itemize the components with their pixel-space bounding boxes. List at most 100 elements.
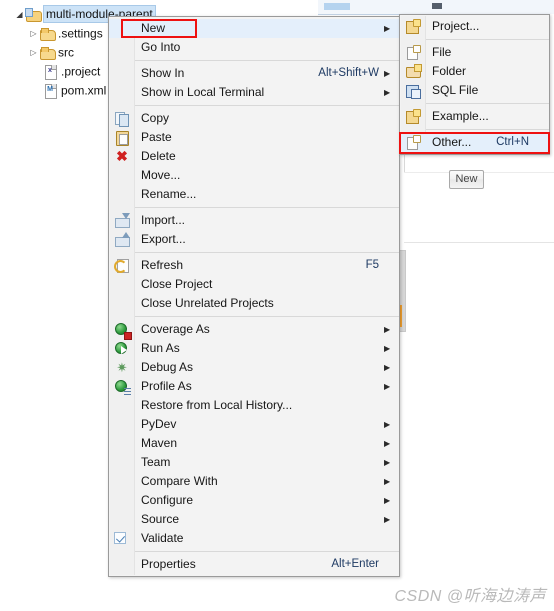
new-example-icon <box>405 109 421 124</box>
chevron-right-icon: ▶ <box>384 515 391 524</box>
menu-item-accelerator: Alt+Enter <box>331 558 379 570</box>
submenu-item-project[interactable]: Project... <box>400 17 549 36</box>
menu-item-label: Source <box>141 512 180 526</box>
menu-item-show-in-local-terminal[interactable]: Show in Local Terminal ▶ <box>109 83 399 102</box>
menu-item-label: PyDev <box>141 417 177 431</box>
menu-item-go-into[interactable]: Go Into <box>109 38 399 57</box>
submenu-item-example[interactable]: Example... <box>400 107 549 126</box>
chevron-right-icon: ▶ <box>384 477 391 486</box>
new-project-icon <box>405 19 421 34</box>
menu-item-label: Export... <box>141 232 186 246</box>
submenu-item-label: File <box>432 45 452 59</box>
tree-item-project-file[interactable]: x .project <box>42 62 100 81</box>
menu-item-label: Go Into <box>141 40 181 54</box>
submenu-item-label: Folder <box>432 64 467 78</box>
chevron-right-icon: ▶ <box>384 24 391 33</box>
coverage-icon <box>115 323 132 340</box>
menu-item-move[interactable]: Move... <box>109 166 399 185</box>
menu-item-new[interactable]: New ▶ <box>109 19 399 38</box>
menu-item-pydev[interactable]: PyDev ▶ <box>109 415 399 434</box>
csdn-watermark: CSDN @听海边涛声 <box>394 588 546 605</box>
sql-file-icon <box>405 83 421 99</box>
debug-icon: ✷ <box>116 360 128 375</box>
menu-item-label: Copy <box>141 111 170 125</box>
chevron-right-icon: ▶ <box>384 382 391 391</box>
tree-item-settings[interactable]: ▷ .settings <box>28 24 103 43</box>
chevron-right-icon: ▶ <box>384 88 391 97</box>
menu-item-rename[interactable]: Rename... <box>109 185 399 204</box>
submenu-item-sql-file[interactable]: SQL File <box>400 81 549 100</box>
menu-item-label: Close Unrelated Projects <box>141 296 274 310</box>
folder-icon <box>39 45 56 61</box>
menu-item-label: Profile As <box>141 379 192 393</box>
menu-item-label: Move... <box>141 168 181 182</box>
menu-separator <box>135 551 399 552</box>
pom-file-glyph: M <box>47 86 53 94</box>
tree-item-pom-xml[interactable]: Mpom.xml <box>42 81 106 100</box>
submenu-item-label: Other... <box>432 135 472 149</box>
menu-item-label: Compare With <box>141 474 218 488</box>
menu-item-maven[interactable]: Maven ▶ <box>109 434 399 453</box>
project-icon <box>25 7 42 23</box>
menu-item-label: New <box>141 21 166 35</box>
menu-item-close-project[interactable]: Close Project <box>109 275 399 294</box>
menu-item-close-unrelated-projects[interactable]: Close Unrelated Projects <box>109 294 399 313</box>
menu-separator <box>135 105 399 106</box>
tree-item-label: .project <box>61 64 101 79</box>
project-context-menu[interactable]: New ▶ Go Into Show In Alt+Shift+W ▶ Show… <box>108 16 400 577</box>
menu-item-label: Configure <box>141 493 194 507</box>
menu-separator <box>135 207 399 208</box>
tree-expander-icon[interactable]: ▷ <box>28 43 39 62</box>
tree-expander-icon[interactable]: ▷ <box>28 24 39 43</box>
chevron-right-icon: ▶ <box>384 439 391 448</box>
menu-item-label: Coverage As <box>141 322 210 336</box>
menu-item-profile-as[interactable]: Profile As ▶ <box>109 377 399 396</box>
menu-item-coverage-as[interactable]: Coverage As ▶ <box>109 320 399 340</box>
submenu-item-folder[interactable]: Folder <box>400 62 549 81</box>
menu-item-debug-as[interactable]: ✷ Debug As ▶ <box>109 358 399 377</box>
package-explorer-tree: ◢ multi-module-parent ▷ .settings ▷ src x .p… <box>0 0 156 610</box>
submenu-item-file[interactable]: File <box>400 43 549 62</box>
menu-item-restore-from-local-history[interactable]: Restore from Local History... <box>109 396 399 415</box>
menu-item-paste[interactable]: Paste <box>109 128 399 147</box>
menu-item-accelerator: F5 <box>365 259 379 271</box>
checkbox-checked-icon[interactable] <box>114 532 126 544</box>
editor-new-button[interactable]: New <box>449 170 484 189</box>
menu-item-team[interactable]: Team ▶ <box>109 453 399 472</box>
menu-item-properties[interactable]: Properties Alt+Enter <box>109 555 399 574</box>
refresh-icon <box>114 258 130 273</box>
submenu-separator <box>426 39 549 40</box>
menu-item-label: Team <box>141 455 171 469</box>
folder-icon <box>39 26 56 42</box>
menu-item-copy[interactable]: Copy <box>109 109 399 128</box>
menu-item-source[interactable]: Source ▶ <box>109 510 399 529</box>
menu-item-label: Delete <box>141 149 176 163</box>
submenu-item-other[interactable]: Other... Ctrl+N <box>400 133 549 152</box>
menu-item-label: Run As <box>141 341 180 355</box>
editor-tab-chip[interactable] <box>324 3 350 10</box>
menu-item-configure[interactable]: Configure ▶ <box>109 491 399 510</box>
menu-item-run-as[interactable]: Run As ▶ <box>109 339 399 358</box>
menu-item-label: Show In <box>141 66 185 80</box>
submenu-separator <box>426 103 549 104</box>
menu-item-import[interactable]: Import... <box>109 211 399 230</box>
menu-item-compare-with[interactable]: Compare With ▶ <box>109 472 399 491</box>
tree-expander-icon[interactable]: ◢ <box>14 5 25 24</box>
menu-separator <box>135 252 399 253</box>
new-submenu[interactable]: Project... File Folder SQL File Example.… <box>399 14 550 155</box>
menu-item-label: Show in Local Terminal <box>141 85 265 99</box>
menu-item-label: Import... <box>141 213 186 227</box>
menu-separator <box>135 316 399 317</box>
editor-tab-chip-secondary[interactable] <box>432 3 442 9</box>
menu-item-export[interactable]: Export... <box>109 230 399 249</box>
paste-icon <box>114 130 130 146</box>
submenu-item-accelerator: Ctrl+N <box>496 136 529 148</box>
menu-item-validate[interactable]: Validate <box>109 529 399 548</box>
tree-item-src[interactable]: ▷ src <box>28 43 74 62</box>
menu-item-refresh[interactable]: Refresh F5 <box>109 256 399 275</box>
tree-item-label: .settings <box>58 26 103 41</box>
menu-item-label: Refresh <box>141 258 184 272</box>
menu-item-delete[interactable]: ✖ Delete <box>109 147 399 166</box>
menu-item-show-in[interactable]: Show In Alt+Shift+W ▶ <box>109 64 399 83</box>
menu-item-label: Properties <box>141 557 196 571</box>
